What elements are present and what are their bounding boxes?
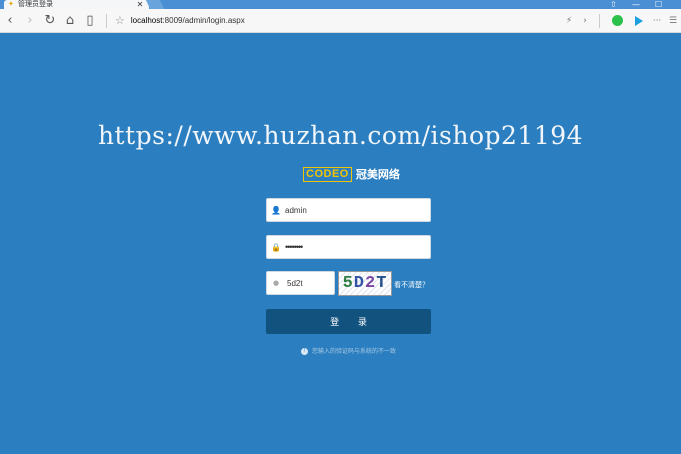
window-pin-icon[interactable]: ⇧ — [610, 0, 617, 9]
logo-text: 冠美网络 — [355, 168, 400, 181]
browser-tab[interactable]: ✦ 管理员登录 ✕ — [4, 0, 149, 9]
url-path: :8009/admin/login.aspx — [162, 16, 245, 25]
logo-mark: CODEO — [303, 166, 352, 182]
new-tab-button[interactable] — [145, 0, 165, 9]
verify-code-input[interactable] — [285, 277, 334, 289]
reader-mode-icon[interactable]: ▯ — [80, 11, 100, 31]
logo: CODEO 冠美网络 — [303, 165, 400, 183]
forward-icon[interactable]: › — [20, 11, 40, 31]
password-input[interactable] — [285, 242, 415, 252]
more-icon[interactable]: ··· — [649, 16, 665, 26]
tab-close-icon[interactable]: ✕ — [135, 0, 145, 9]
menu-icon[interactable]: ☰ — [665, 16, 681, 26]
address-bar: ‹ › ↻ ⌂ ▯ ☆ localhost:8009/admin/login.a… — [0, 9, 681, 33]
login-button[interactable]: 登 录 — [266, 309, 431, 334]
verify-code-field[interactable]: ● — [266, 271, 335, 295]
window-minimize-icon[interactable]: — — [632, 0, 640, 9]
wechat-icon[interactable] — [612, 15, 623, 26]
password-field[interactable]: 🔒 — [266, 235, 431, 259]
page-favicon-icon: ✦ — [8, 0, 14, 8]
url-host: localhost — [130, 16, 163, 25]
lock-icon: 🔒 — [271, 242, 281, 252]
bookmark-star-icon[interactable]: ☆ — [115, 14, 125, 27]
url-field[interactable]: localhost:8009/admin/login.aspx — [131, 16, 561, 25]
info-icon: ! — [300, 348, 308, 355]
error-message-text: 您输入的验证码与系统的不一致 — [311, 348, 396, 355]
watermark-url: https://www.huzhan.com/ishop21194 — [97, 121, 584, 150]
user-icon: 👤 — [271, 205, 281, 215]
captcha-image[interactable]: 5D2T — [338, 271, 392, 296]
back-icon[interactable]: ‹ — [0, 11, 20, 31]
shield-icon: ● — [272, 279, 280, 287]
username-input[interactable] — [285, 205, 415, 215]
tab-bar: ✦ 管理员登录 ✕ ⇧ — ☐ — [0, 0, 681, 9]
tab-title: 管理员登录 — [18, 1, 53, 8]
chevron-right-icon[interactable]: › — [577, 16, 593, 26]
divider — [106, 13, 107, 28]
reload-icon[interactable]: ↻ — [40, 11, 60, 31]
captcha-noise — [339, 272, 391, 295]
lightning-icon[interactable]: ⚡ — [561, 16, 577, 26]
home-icon[interactable]: ⌂ — [60, 11, 80, 31]
error-message: ! 您输入的验证码与系统的不一致 — [0, 346, 681, 355]
divider — [599, 13, 600, 28]
play-icon[interactable] — [635, 15, 643, 26]
window-maximize-icon[interactable]: ☐ — [655, 0, 662, 9]
username-field[interactable]: 👤 — [266, 198, 431, 222]
captcha-refresh-link[interactable]: 看不清楚？ — [394, 280, 429, 290]
